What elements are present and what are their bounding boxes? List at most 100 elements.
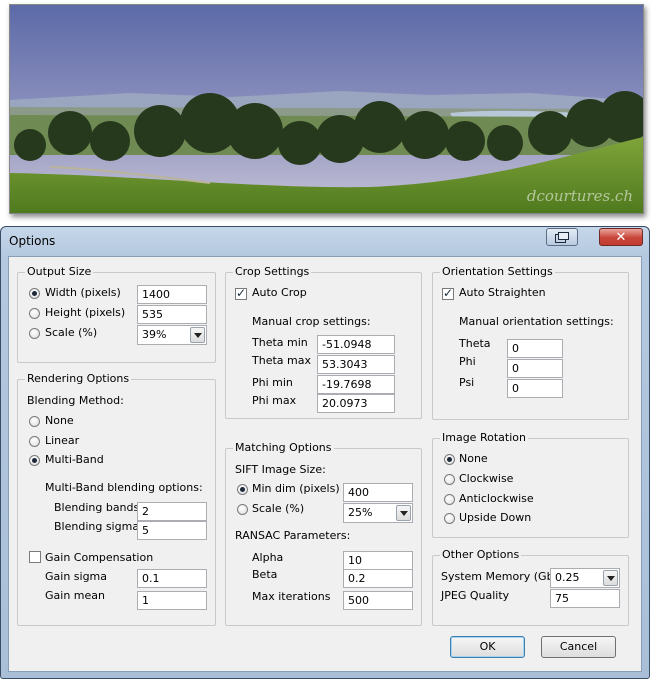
rotation-upside-down-label: Upside Down xyxy=(459,511,532,524)
sift-scale-radio[interactable] xyxy=(237,504,248,515)
scale-label: Scale (%) xyxy=(45,326,98,339)
gain-mean-label: Gain mean xyxy=(45,589,105,602)
other-options-title: Other Options xyxy=(440,548,522,561)
blending-bands-input[interactable]: 2 xyxy=(137,502,207,521)
gain-sigma-label: Gain sigma xyxy=(45,570,108,583)
auto-crop-checkbox[interactable] xyxy=(235,286,247,300)
theta-input[interactable]: 0 xyxy=(507,339,563,358)
width-radio[interactable] xyxy=(29,288,40,299)
scale-select[interactable]: 39% xyxy=(137,325,207,345)
rotation-upside-down-radio[interactable] xyxy=(444,513,455,524)
phi-max-label: Phi max xyxy=(252,394,297,407)
close-button[interactable]: ✕ xyxy=(599,228,643,246)
blending-bands-label: Blending bands xyxy=(54,501,140,514)
ok-button[interactable]: OK xyxy=(450,636,525,658)
chevron-down-icon[interactable] xyxy=(396,505,411,521)
phi-min-input[interactable]: -19.7698 xyxy=(317,375,395,394)
height-label: Height (pixels) xyxy=(45,306,126,319)
sift-image-size-label: SIFT Image Size: xyxy=(235,463,326,476)
blend-none-label: None xyxy=(45,414,74,427)
output-size-group: Output Size Width (pixels) 1400 Height (… xyxy=(17,265,216,363)
sift-scale-label: Scale (%) xyxy=(252,502,305,515)
scale-radio[interactable] xyxy=(29,328,40,339)
jpeg-quality-label: JPEG Quality xyxy=(441,589,510,602)
crop-settings-title: Crop Settings xyxy=(233,265,312,278)
panorama-image: dcourtures.ch xyxy=(9,4,644,214)
blending-method-label: Blending Method: xyxy=(27,394,124,407)
watermark-text: dcourtures.ch xyxy=(526,187,633,205)
rendering-options-group: Rendering Options Blending Method: None … xyxy=(17,372,216,626)
close-icon: ✕ xyxy=(615,229,627,245)
theta-min-label: Theta min xyxy=(252,336,308,349)
blend-linear-label: Linear xyxy=(45,434,80,447)
rotation-clockwise-radio[interactable] xyxy=(444,474,455,485)
width-input[interactable]: 1400 xyxy=(137,285,207,304)
max-iterations-label: Max iterations xyxy=(252,590,331,603)
gain-sigma-input[interactable]: 0.1 xyxy=(137,569,207,588)
phi-input[interactable]: 0 xyxy=(507,359,563,378)
sift-scale-select-value: 25% xyxy=(348,506,373,519)
max-iterations-input[interactable]: 500 xyxy=(343,591,413,610)
auto-straighten-checkbox[interactable] xyxy=(442,286,454,300)
phi-min-label: Phi min xyxy=(252,376,293,389)
orientation-settings-title: Orientation Settings xyxy=(440,265,555,278)
blending-sigma-label: Blending sigma xyxy=(54,520,140,533)
min-dim-label: Min dim (pixels) xyxy=(252,482,340,495)
min-dim-radio[interactable] xyxy=(237,484,248,495)
window-title: Options xyxy=(9,234,56,248)
restore-button[interactable] xyxy=(546,228,578,246)
cancel-button[interactable]: Cancel xyxy=(541,636,616,658)
orientation-settings-group: Orientation Settings Auto Straighten Man… xyxy=(432,265,629,420)
jpeg-quality-input[interactable]: 75 xyxy=(550,589,620,608)
phi-label: Phi xyxy=(459,355,476,368)
gain-compensation-checkbox[interactable] xyxy=(29,551,41,563)
height-radio[interactable] xyxy=(29,308,40,319)
blend-multiband-radio[interactable] xyxy=(29,455,40,466)
output-size-title: Output Size xyxy=(25,265,94,278)
chevron-down-icon[interactable] xyxy=(603,570,618,586)
blending-sigma-input[interactable]: 5 xyxy=(137,521,207,540)
theta-max-input[interactable]: 53.3043 xyxy=(317,355,395,374)
multiband-options-label: Multi-Band blending options: xyxy=(45,481,203,494)
sift-scale-select[interactable]: 25% xyxy=(343,503,413,523)
other-options-group: Other Options System Memory (Gb) 0.25 JP… xyxy=(432,548,629,626)
auto-straighten-label: Auto Straighten xyxy=(459,286,546,299)
theta-label: Theta xyxy=(459,337,491,350)
rotation-none-label: None xyxy=(459,452,488,465)
rotation-anticlockwise-radio[interactable] xyxy=(444,494,455,505)
theta-max-label: Theta max xyxy=(252,354,311,367)
auto-crop-label: Auto Crop xyxy=(252,286,307,299)
blend-none-radio[interactable] xyxy=(29,416,40,427)
psi-label: Psi xyxy=(459,376,475,389)
chevron-down-icon[interactable] xyxy=(190,327,205,343)
blend-multiband-label: Multi-Band xyxy=(45,453,104,466)
dialog-content: Output Size Width (pixels) 1400 Height (… xyxy=(8,256,642,672)
manual-orientation-label: Manual orientation settings: xyxy=(459,315,614,328)
crop-settings-group: Crop Settings Auto Crop Manual crop sett… xyxy=(225,265,422,419)
image-rotation-group: Image Rotation None Clockwise Anticlockw… xyxy=(432,431,629,538)
phi-max-input[interactable]: 20.0973 xyxy=(317,394,395,413)
options-dialog: Options ✕ Output Size Width (pixels) 140… xyxy=(0,226,650,679)
min-dim-input[interactable]: 400 xyxy=(343,483,413,502)
system-memory-select[interactable]: 0.25 xyxy=(550,568,620,588)
panorama-landscape xyxy=(10,5,643,213)
rendering-options-title: Rendering Options xyxy=(25,372,132,385)
height-input[interactable]: 535 xyxy=(137,305,207,324)
gain-mean-input[interactable]: 1 xyxy=(137,591,207,610)
width-label: Width (pixels) xyxy=(45,286,121,299)
image-rotation-title: Image Rotation xyxy=(440,431,528,444)
restore-icon xyxy=(555,231,569,243)
manual-crop-label: Manual crop settings: xyxy=(252,315,371,328)
alpha-input[interactable]: 10 xyxy=(343,551,413,570)
system-memory-select-value: 0.25 xyxy=(555,571,580,584)
beta-input[interactable]: 0.2 xyxy=(343,569,413,588)
blend-linear-radio[interactable] xyxy=(29,436,40,447)
rotation-clockwise-label: Clockwise xyxy=(459,472,514,485)
psi-input[interactable]: 0 xyxy=(507,379,563,398)
rotation-none-radio[interactable] xyxy=(444,454,455,465)
alpha-label: Alpha xyxy=(252,551,284,564)
matching-options-title: Matching Options xyxy=(233,441,334,454)
theta-min-input[interactable]: -51.0948 xyxy=(317,335,395,354)
gain-compensation-label: Gain Compensation xyxy=(45,551,154,564)
title-bar[interactable]: Options ✕ xyxy=(1,227,649,255)
